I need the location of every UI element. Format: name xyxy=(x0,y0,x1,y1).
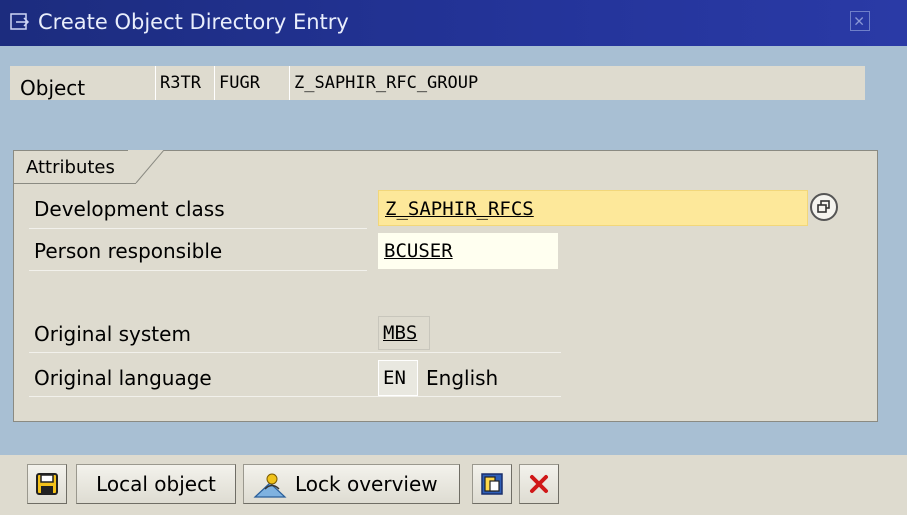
original-system-value[interactable]: MBS xyxy=(378,316,430,350)
person-responsible-label: Person responsible xyxy=(34,239,223,263)
dialog-title: Create Object Directory Entry xyxy=(38,10,349,34)
object-pgmid-field: R3TR xyxy=(155,66,213,100)
local-object-label: Local object xyxy=(96,472,216,496)
save-icon xyxy=(36,473,58,495)
original-language-code: EN xyxy=(378,360,418,396)
lock-overview-label: Lock overview xyxy=(295,472,438,496)
object-type-field: FUGR xyxy=(214,66,288,100)
original-system-label: Original system xyxy=(34,322,191,346)
attributes-tab-edge xyxy=(128,150,164,184)
divider xyxy=(29,352,561,353)
divider xyxy=(29,396,561,397)
lock-overview-icon xyxy=(253,473,287,498)
dialog-arrow-icon xyxy=(10,13,30,30)
original-language-label: Original language xyxy=(34,366,212,390)
original-language-text: English xyxy=(426,366,499,390)
development-class-input[interactable]: Z_SAPHIR_RFCS xyxy=(378,190,808,226)
attributes-tab-label: Attributes xyxy=(26,157,115,178)
divider xyxy=(29,270,367,271)
divider xyxy=(29,228,367,229)
lock-overview-button[interactable]: Lock overview xyxy=(243,464,460,504)
page-button[interactable] xyxy=(472,464,512,504)
close-icon[interactable] xyxy=(850,11,870,31)
dialog-titlebar: Create Object Directory Entry xyxy=(0,0,907,46)
attributes-tab-divider xyxy=(14,183,136,184)
object-name-field: Z_SAPHIR_RFC_GROUP xyxy=(289,66,865,100)
local-object-button[interactable]: Local object xyxy=(76,464,236,504)
object-label: Object xyxy=(20,76,86,100)
person-responsible-input[interactable]: BCUSER xyxy=(378,233,558,269)
save-button[interactable] xyxy=(27,464,67,504)
cancel-icon xyxy=(530,475,548,493)
page-icon xyxy=(481,473,503,495)
possible-entries-icon[interactable] xyxy=(810,193,838,221)
cancel-button[interactable] xyxy=(519,464,559,504)
development-class-label: Development class xyxy=(34,197,225,221)
